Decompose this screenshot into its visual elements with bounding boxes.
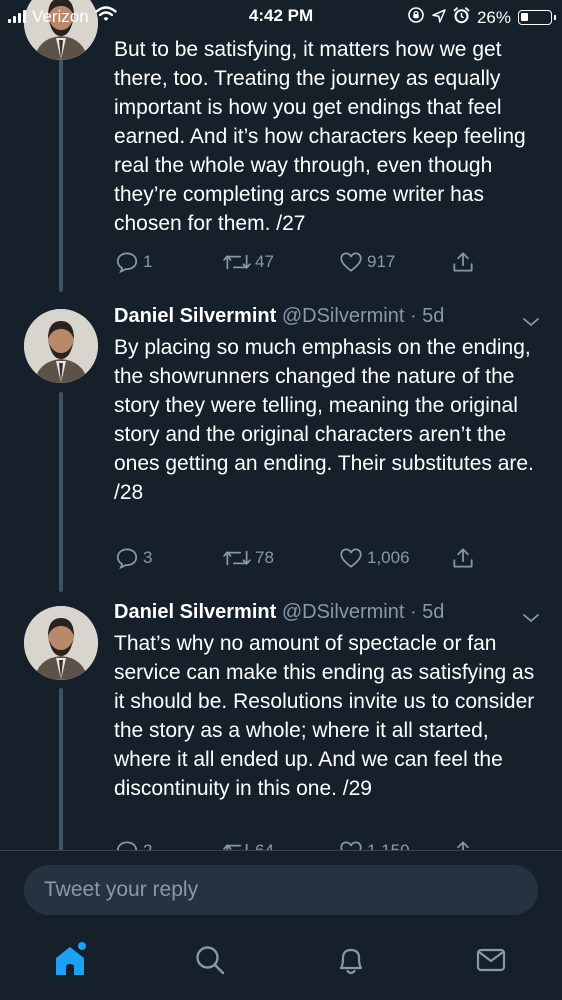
home-icon [50, 940, 90, 985]
like-count: 1,006 [367, 548, 410, 567]
share-button[interactable] [450, 249, 476, 275]
tweet-time: · 5d [404, 305, 445, 327]
retweet-button[interactable]: 47 [222, 249, 274, 275]
status-right: 26% [407, 6, 556, 29]
tweet-actions: 3 78 1,006 [114, 545, 534, 571]
retweet-icon [222, 545, 252, 571]
like-button[interactable]: 1,150 [338, 838, 410, 850]
thread-line [59, 688, 63, 850]
tab-notifications[interactable] [331, 942, 371, 982]
reply-button[interactable]: 1 [114, 249, 152, 275]
retweet-button[interactable]: 64 [222, 838, 274, 850]
share-button[interactable] [450, 545, 476, 571]
heart-icon [338, 249, 364, 275]
heart-icon [338, 545, 364, 571]
share-button[interactable] [450, 838, 476, 850]
envelope-icon [474, 943, 508, 982]
author-name[interactable]: Daniel Silvermint [114, 305, 276, 327]
share-icon [450, 838, 476, 850]
reply-bar [0, 850, 562, 923]
avatar[interactable] [24, 606, 98, 680]
bell-icon [334, 943, 368, 982]
search-icon [193, 943, 227, 982]
thread-line [59, 392, 63, 592]
author-handle[interactable]: @DSilvermint [282, 305, 405, 327]
retweet-icon [222, 838, 252, 850]
chevron-down-icon[interactable] [522, 311, 540, 334]
tweet-actions: 2 64 1,150 [114, 838, 534, 850]
tweet-header: Daniel Silvermint @DSilvermint · 5d [114, 305, 539, 328]
like-count: 917 [367, 252, 396, 271]
author-name[interactable]: Daniel Silvermint [114, 601, 276, 623]
avatar[interactable] [24, 309, 98, 383]
tweet-text: But to be satisfying, it matters how we … [114, 38, 526, 235]
retweet-icon [222, 249, 252, 275]
reply-count: 1 [143, 252, 153, 271]
tweet-actions: 1 47 917 [114, 249, 534, 275]
reply-icon [114, 838, 140, 850]
tab-messages[interactable] [471, 942, 511, 982]
reply-count: 2 [143, 841, 152, 850]
like-count: 1,150 [367, 841, 410, 850]
thread-line [59, 40, 63, 292]
tab-bar [0, 922, 562, 1000]
like-button[interactable]: 1,006 [338, 545, 410, 571]
reply-box[interactable] [24, 865, 538, 915]
share-icon [450, 545, 476, 571]
reply-input[interactable] [24, 865, 538, 915]
tab-search[interactable] [190, 942, 230, 982]
like-button[interactable]: 917 [338, 249, 395, 275]
reply-count: 3 [143, 548, 153, 567]
tweet-text: By placing so much emphasis on the endin… [114, 336, 534, 504]
retweet-count: 64 [255, 841, 274, 850]
tweet-thread: But to be satisfying, it matters how we … [0, 0, 562, 850]
retweet-count: 47 [255, 252, 274, 271]
retweet-count: 78 [255, 548, 274, 567]
tweet-time: · 5d [404, 601, 445, 623]
status-bar: Verizon 4:42 PM 26% [0, 0, 562, 32]
reply-button[interactable]: 3 [114, 545, 152, 571]
reply-button[interactable]: 2 [114, 838, 152, 850]
battery-icon [518, 10, 556, 25]
location-icon [432, 8, 446, 28]
heart-icon [338, 838, 364, 850]
battery-percent: 26% [476, 7, 511, 27]
share-icon [450, 249, 476, 275]
alarm-icon [453, 6, 470, 29]
tweet-header: Daniel Silvermint @DSilvermint · 5d [114, 601, 539, 624]
reply-icon [114, 545, 140, 571]
reply-icon [114, 249, 140, 275]
retweet-button[interactable]: 78 [222, 545, 274, 571]
tweet-text: That’s why no amount of spectacle or fan… [114, 632, 535, 800]
rotation-lock-icon [407, 6, 425, 29]
author-handle[interactable]: @DSilvermint [282, 601, 405, 623]
chevron-down-icon[interactable] [522, 607, 540, 630]
tab-home[interactable] [50, 940, 90, 985]
